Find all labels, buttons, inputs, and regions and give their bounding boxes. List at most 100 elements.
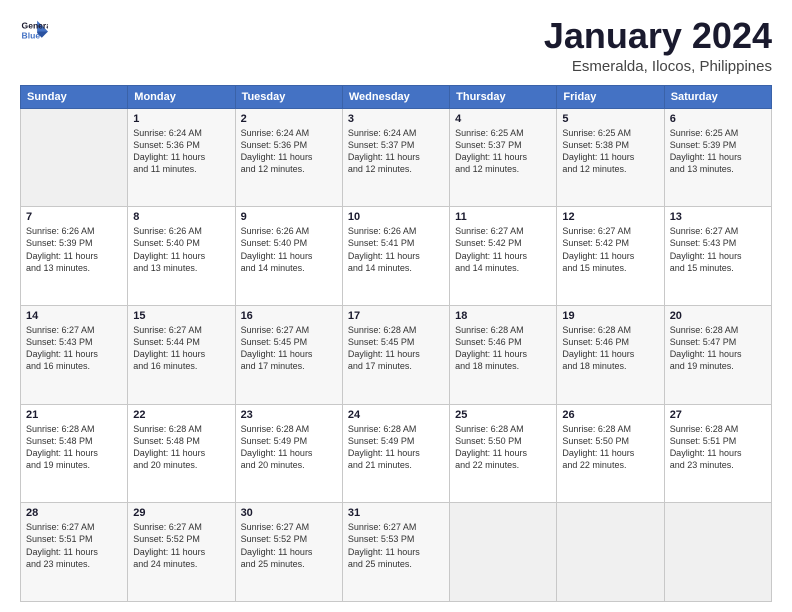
calendar-table: Sunday Monday Tuesday Wednesday Thursday…	[20, 85, 772, 602]
svg-text:General: General	[22, 20, 48, 30]
calendar-cell	[21, 108, 128, 207]
day-number: 24	[348, 409, 444, 421]
day-number: 23	[241, 409, 337, 421]
calendar-cell	[450, 503, 557, 602]
day-number: 10	[348, 211, 444, 223]
calendar-cell: 18Sunrise: 6:28 AMSunset: 5:46 PMDayligh…	[450, 305, 557, 404]
day-info: Sunrise: 6:28 AMSunset: 5:50 PMDaylight:…	[455, 423, 551, 472]
day-info: Sunrise: 6:26 AMSunset: 5:40 PMDaylight:…	[241, 225, 337, 274]
day-number: 30	[241, 507, 337, 519]
day-info: Sunrise: 6:24 AMSunset: 5:36 PMDaylight:…	[241, 127, 337, 176]
day-info: Sunrise: 6:26 AMSunset: 5:40 PMDaylight:…	[133, 225, 229, 274]
calendar-cell: 8 Sunrise: 6:26 AMSunset: 5:40 PMDaylight…	[128, 207, 235, 306]
day-number: 21	[26, 409, 122, 421]
day-info: Sunrise: 6:27 AMSunset: 5:42 PMDaylight:…	[455, 225, 551, 274]
day-number: 5	[562, 113, 658, 125]
day-info: Sunrise: 6:26 AMSunset: 5:39 PMDaylight:…	[26, 225, 122, 274]
day-number: 20	[670, 310, 766, 322]
day-number: 18	[455, 310, 551, 322]
calendar-cell: 11 Sunrise: 6:27 AMSunset: 5:42 PMDayligh…	[450, 207, 557, 306]
day-number: 13	[670, 211, 766, 223]
calendar-cell: 5 Sunrise: 6:25 AMSunset: 5:38 PMDaylight…	[557, 108, 664, 207]
calendar-cell: 20 Sunrise: 6:28 AMSunset: 5:47 PMDayligh…	[664, 305, 771, 404]
calendar-cell: 7 Sunrise: 6:26 AMSunset: 5:39 PMDaylight…	[21, 207, 128, 306]
day-info: Sunrise: 6:28 AMSunset: 5:45 PMDaylight:…	[348, 324, 444, 373]
calendar-cell: 2 Sunrise: 6:24 AMSunset: 5:36 PMDaylight…	[235, 108, 342, 207]
calendar-cell: 12 Sunrise: 6:27 AMSunset: 5:42 PMDayligh…	[557, 207, 664, 306]
day-number: 14	[26, 310, 122, 322]
day-info: Sunrise: 6:27 AMSunset: 5:42 PMDaylight:…	[562, 225, 658, 274]
day-number: 2	[241, 113, 337, 125]
calendar-cell: 30 Sunrise: 6:27 AMSunset: 5:52 PMDayligh…	[235, 503, 342, 602]
day-info: Sunrise: 6:25 AMSunset: 5:39 PMDaylight:…	[670, 127, 766, 176]
day-info: Sunrise: 6:27 AMSunset: 5:43 PMDaylight:…	[670, 225, 766, 274]
day-info: Sunrise: 6:28 AMSunset: 5:50 PMDaylight:…	[562, 423, 658, 472]
calendar-week-4: 21Sunrise: 6:28 AMSunset: 5:48 PMDayligh…	[21, 404, 772, 503]
calendar-week-3: 14Sunrise: 6:27 AMSunset: 5:43 PMDayligh…	[21, 305, 772, 404]
logo: General Blue	[20, 16, 48, 44]
day-number: 6	[670, 113, 766, 125]
day-number: 15	[133, 310, 229, 322]
day-number: 16	[241, 310, 337, 322]
day-number: 22	[133, 409, 229, 421]
day-info: Sunrise: 6:28 AMSunset: 5:46 PMDaylight:…	[562, 324, 658, 373]
location: Esmeralda, Ilocos, Philippines	[544, 58, 772, 75]
calendar-cell: 9 Sunrise: 6:26 AMSunset: 5:40 PMDaylight…	[235, 207, 342, 306]
title-block: January 2024 Esmeralda, Ilocos, Philippi…	[544, 16, 772, 75]
day-info: Sunrise: 6:24 AMSunset: 5:37 PMDaylight:…	[348, 127, 444, 176]
calendar-cell	[664, 503, 771, 602]
day-info: Sunrise: 6:25 AMSunset: 5:37 PMDaylight:…	[455, 127, 551, 176]
day-number: 12	[562, 211, 658, 223]
logo-icon: General Blue	[20, 16, 48, 44]
day-info: Sunrise: 6:28 AMSunset: 5:51 PMDaylight:…	[670, 423, 766, 472]
col-friday: Friday	[557, 85, 664, 108]
calendar-cell: 17 Sunrise: 6:28 AMSunset: 5:45 PMDayligh…	[342, 305, 449, 404]
day-number: 19	[562, 310, 658, 322]
day-number: 26	[562, 409, 658, 421]
day-number: 7	[26, 211, 122, 223]
day-info: Sunrise: 6:24 AMSunset: 5:36 PMDaylight:…	[133, 127, 229, 176]
day-info: Sunrise: 6:25 AMSunset: 5:38 PMDaylight:…	[562, 127, 658, 176]
day-number: 1	[133, 113, 229, 125]
calendar-cell: 31 Sunrise: 6:27 AMSunset: 5:53 PMDayligh…	[342, 503, 449, 602]
day-info: Sunrise: 6:27 AMSunset: 5:51 PMDaylight:…	[26, 521, 122, 570]
col-monday: Monday	[128, 85, 235, 108]
col-saturday: Saturday	[664, 85, 771, 108]
calendar-cell: 14Sunrise: 6:27 AMSunset: 5:43 PMDayligh…	[21, 305, 128, 404]
calendar-cell: 29Sunrise: 6:27 AMSunset: 5:52 PMDayligh…	[128, 503, 235, 602]
svg-text:Blue: Blue	[22, 31, 41, 41]
calendar-cell: 6 Sunrise: 6:25 AMSunset: 5:39 PMDaylight…	[664, 108, 771, 207]
calendar-cell: 13 Sunrise: 6:27 AMSunset: 5:43 PMDayligh…	[664, 207, 771, 306]
col-wednesday: Wednesday	[342, 85, 449, 108]
calendar-cell: 15 Sunrise: 6:27 AMSunset: 5:44 PMDayligh…	[128, 305, 235, 404]
day-info: Sunrise: 6:28 AMSunset: 5:49 PMDaylight:…	[241, 423, 337, 472]
calendar-cell: 3 Sunrise: 6:24 AMSunset: 5:37 PMDaylight…	[342, 108, 449, 207]
calendar-week-5: 28Sunrise: 6:27 AMSunset: 5:51 PMDayligh…	[21, 503, 772, 602]
day-info: Sunrise: 6:28 AMSunset: 5:47 PMDaylight:…	[670, 324, 766, 373]
day-number: 4	[455, 113, 551, 125]
day-number: 9	[241, 211, 337, 223]
day-info: Sunrise: 6:26 AMSunset: 5:41 PMDaylight:…	[348, 225, 444, 274]
day-number: 3	[348, 113, 444, 125]
calendar-week-2: 7 Sunrise: 6:26 AMSunset: 5:39 PMDaylight…	[21, 207, 772, 306]
calendar-cell: 19 Sunrise: 6:28 AMSunset: 5:46 PMDayligh…	[557, 305, 664, 404]
day-number: 31	[348, 507, 444, 519]
calendar-cell: 25 Sunrise: 6:28 AMSunset: 5:50 PMDayligh…	[450, 404, 557, 503]
calendar-cell: 10 Sunrise: 6:26 AMSunset: 5:41 PMDayligh…	[342, 207, 449, 306]
day-info: Sunrise: 6:27 AMSunset: 5:53 PMDaylight:…	[348, 521, 444, 570]
day-info: Sunrise: 6:27 AMSunset: 5:52 PMDaylight:…	[241, 521, 337, 570]
day-info: Sunrise: 6:28 AMSunset: 5:49 PMDaylight:…	[348, 423, 444, 472]
day-number: 8	[133, 211, 229, 223]
day-number: 29	[133, 507, 229, 519]
col-tuesday: Tuesday	[235, 85, 342, 108]
calendar-week-1: 1 Sunrise: 6:24 AMSunset: 5:36 PMDaylight…	[21, 108, 772, 207]
day-number: 17	[348, 310, 444, 322]
calendar-cell: 22Sunrise: 6:28 AMSunset: 5:48 PMDayligh…	[128, 404, 235, 503]
day-info: Sunrise: 6:27 AMSunset: 5:44 PMDaylight:…	[133, 324, 229, 373]
day-number: 25	[455, 409, 551, 421]
calendar-cell: 1 Sunrise: 6:24 AMSunset: 5:36 PMDaylight…	[128, 108, 235, 207]
day-info: Sunrise: 6:27 AMSunset: 5:45 PMDaylight:…	[241, 324, 337, 373]
month-title: January 2024	[544, 16, 772, 56]
calendar-cell: 27Sunrise: 6:28 AMSunset: 5:51 PMDayligh…	[664, 404, 771, 503]
day-number: 11	[455, 211, 551, 223]
